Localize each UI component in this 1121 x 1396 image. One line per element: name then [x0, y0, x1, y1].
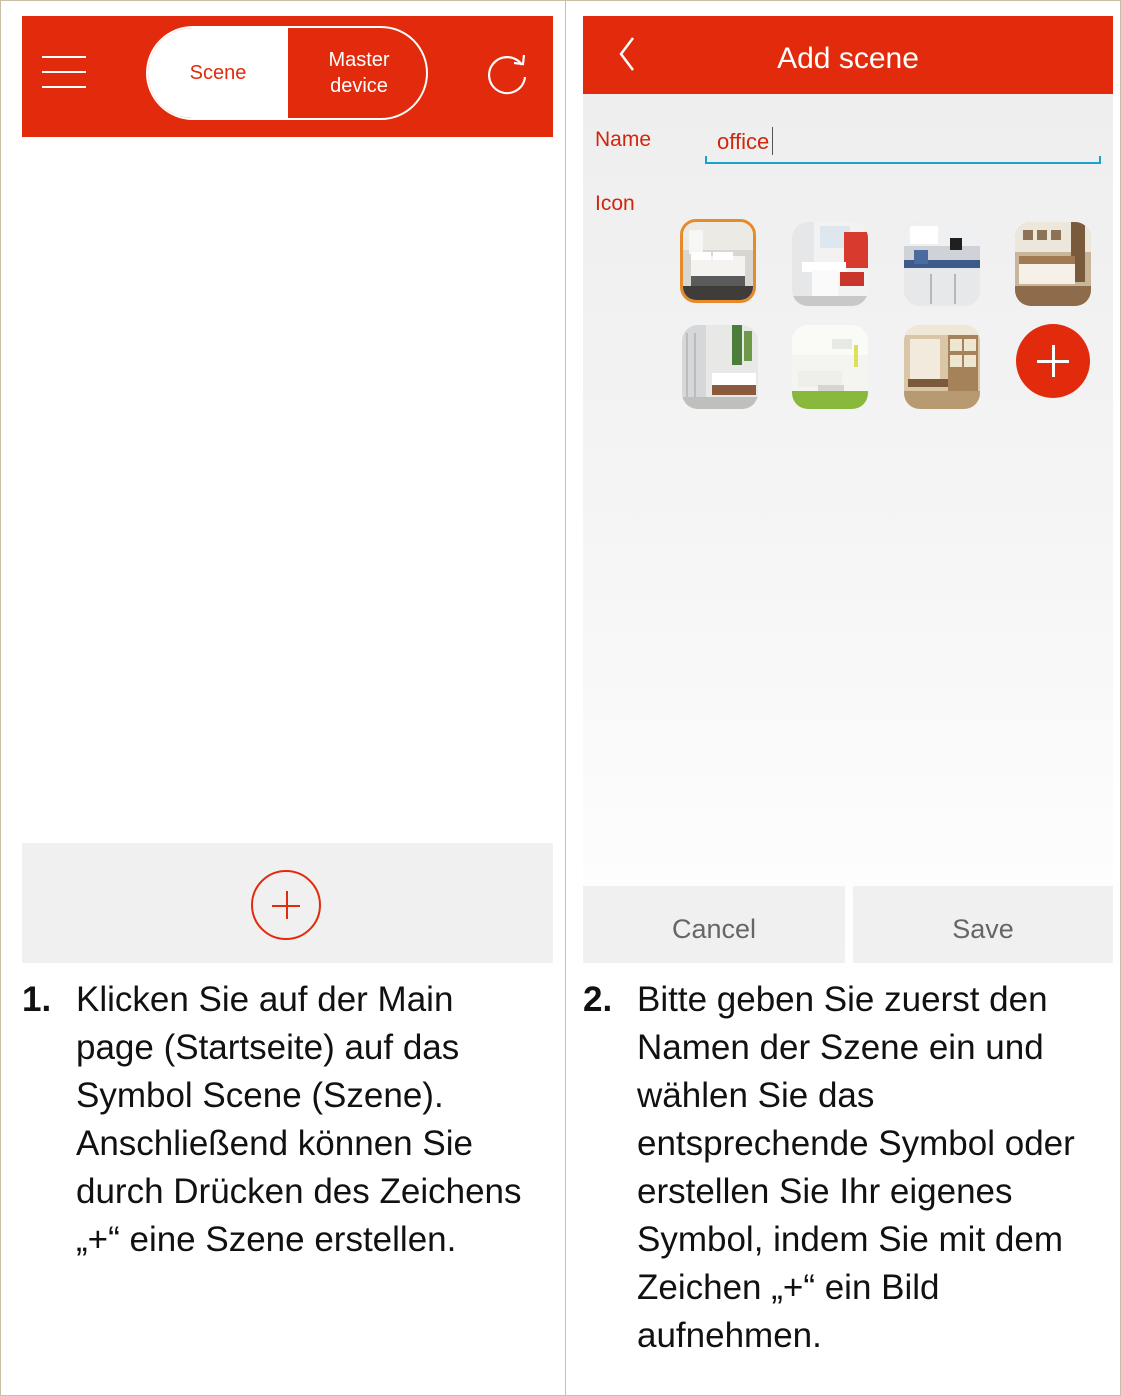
main-page-screen: Scene Master device: [22, 16, 553, 963]
step-2-line: Zeichen „+“ ein Bild: [637, 1268, 940, 1307]
add-custom-icon-button[interactable]: [1016, 324, 1090, 398]
tab-master-device[interactable]: Master device: [288, 28, 426, 118]
thumbnail-bathroom[interactable]: [682, 325, 758, 409]
thumbnail-bedroom[interactable]: [680, 219, 756, 303]
step-2-line: wählen Sie das: [637, 1076, 875, 1115]
step-1-line: „+“ eine Szene erstellen.: [76, 1220, 457, 1259]
column-divider: [565, 0, 566, 1396]
tab-scene[interactable]: Scene: [148, 28, 288, 118]
scene-name-input[interactable]: office: [705, 122, 1101, 164]
step-1-line: Anschließend können Sie: [76, 1124, 473, 1163]
dialog-button-row: Cancel Save: [583, 886, 1113, 963]
thumbnail-kitchen-white-red[interactable]: [792, 222, 868, 306]
scene-list-area: [22, 137, 553, 843]
step-2-text: Bitte geben Sie zuerst den Namen der Sze…: [637, 976, 1075, 1360]
cancel-button[interactable]: Cancel: [583, 886, 845, 963]
step-2-line: Namen der Szene ein und: [637, 1028, 1044, 1067]
step-2-line: Bitte geben Sie zuerst den: [637, 980, 1048, 1019]
scene-master-toggle: Scene Master device: [146, 26, 428, 120]
main-top-bar: Scene Master device: [22, 16, 553, 137]
name-label: Name: [595, 128, 652, 151]
step-1-line: page (Startseite) auf das: [76, 1028, 460, 1067]
refresh-icon[interactable]: [484, 51, 530, 97]
step-2-number: 2.: [583, 980, 613, 1019]
add-scene-top-bar: Add scene: [583, 16, 1113, 94]
text-caret: [772, 127, 774, 155]
step-2-line: erstellen Sie Ihr eigenes: [637, 1172, 1013, 1211]
step-1-line: Symbol Scene (Szene).: [76, 1076, 444, 1115]
hamburger-menu-icon[interactable]: [42, 54, 86, 90]
step-1-line: Klicken Sie auf der Main: [76, 980, 454, 1019]
thumbnail-bedroom-wood[interactable]: [1015, 222, 1091, 306]
step-2-line: aufnehmen.: [637, 1316, 822, 1355]
bottom-action-bar: [22, 843, 553, 963]
scene-name-value: office: [717, 127, 774, 155]
step-1-text: Klicken Sie auf der Main page (Startseit…: [76, 976, 522, 1264]
thumbnail-kitchen-blue[interactable]: [904, 222, 980, 306]
save-button[interactable]: Save: [853, 886, 1113, 963]
thumbnail-study[interactable]: [904, 325, 980, 409]
page-title: Add scene: [777, 42, 919, 75]
thumbnail-living-room[interactable]: [792, 325, 868, 409]
add-scene-screen: Add scene Name office Icon Cancel Save: [583, 16, 1113, 963]
step-1-number: 1.: [22, 980, 52, 1019]
step-2-line: entsprechende Symbol oder: [637, 1124, 1075, 1163]
step-1-line: durch Drücken des Zeichens: [76, 1172, 522, 1211]
icon-label: Icon: [595, 192, 635, 215]
step-2-line: Symbol, indem Sie mit dem: [637, 1220, 1063, 1259]
add-scene-button[interactable]: [251, 870, 321, 940]
